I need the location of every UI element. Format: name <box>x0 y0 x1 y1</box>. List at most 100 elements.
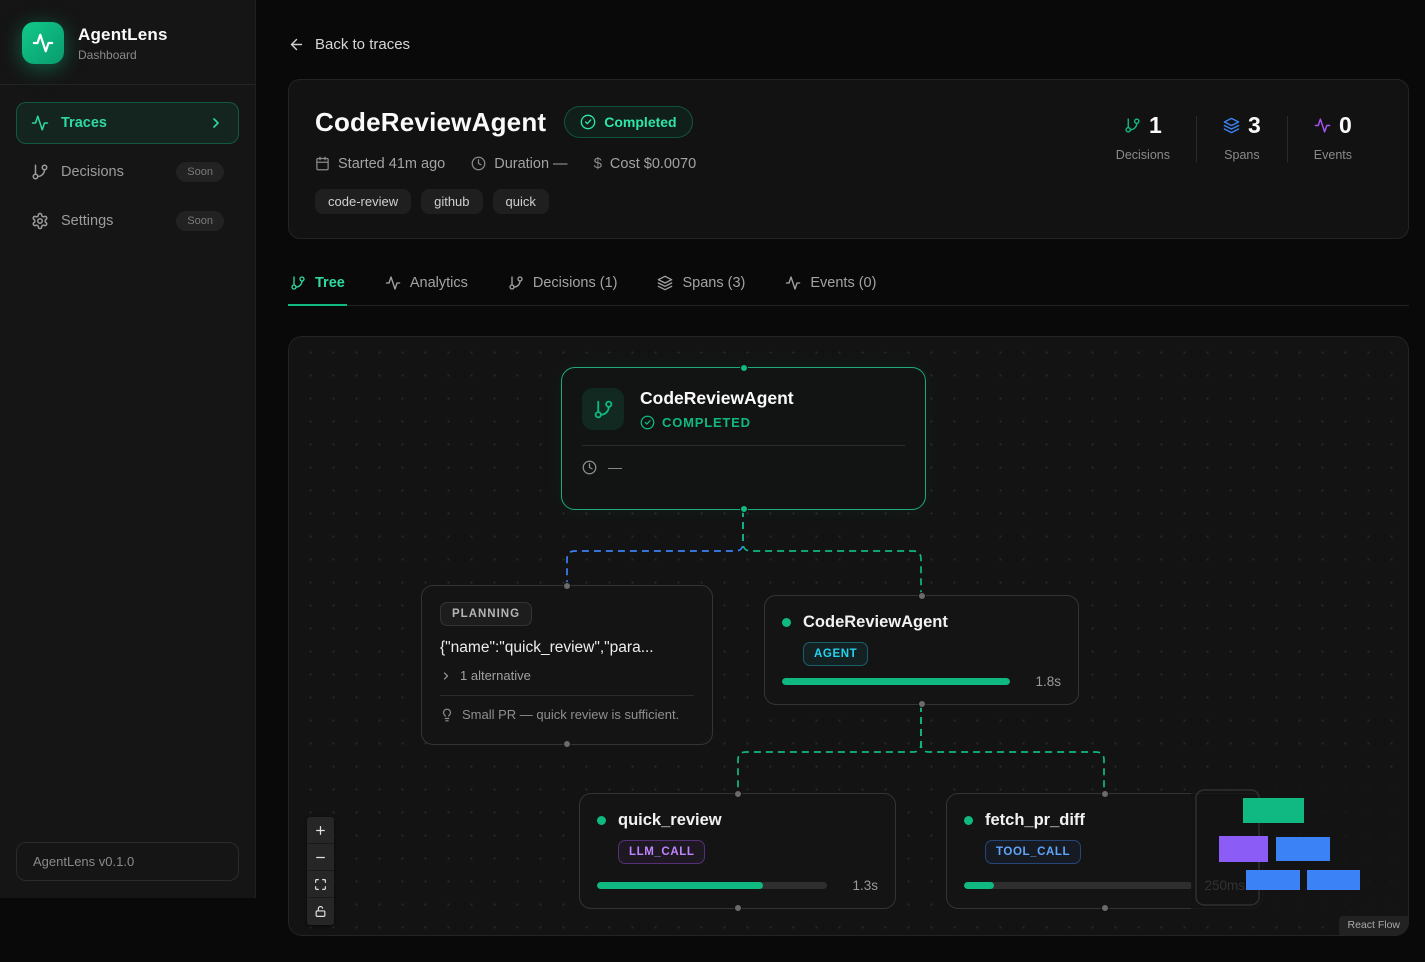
node-title: CodeReviewAgent <box>803 613 948 632</box>
flow-minimap[interactable] <box>1191 770 1393 920</box>
stat-value: 0 <box>1339 112 1352 139</box>
reasoning-label: Small PR — quick review is sufficient. <box>462 707 679 722</box>
activity-icon <box>785 275 801 291</box>
node-handle[interactable] <box>740 364 748 372</box>
tag: github <box>421 189 482 214</box>
cost-meta: $ Cost $0.0070 <box>594 155 697 172</box>
app-subtitle: Dashboard <box>78 48 168 62</box>
tag: code-review <box>315 189 411 214</box>
node-handle[interactable] <box>563 740 571 748</box>
stat-label: Decisions <box>1116 148 1170 162</box>
tab-events[interactable]: Events (0) <box>783 266 878 306</box>
tab-label: Decisions (1) <box>533 275 618 291</box>
zoom-out-button[interactable] <box>307 844 334 871</box>
layers-icon <box>657 275 673 291</box>
lock-toggle-button[interactable] <box>307 898 334 925</box>
sidebar-item-settings[interactable]: Settings Soon <box>16 200 239 242</box>
git-branch-icon <box>582 388 624 430</box>
minimap-node-root <box>1243 798 1304 823</box>
minimap-node-decision <box>1219 836 1268 862</box>
minimap-node-llm <box>1246 870 1300 890</box>
dollar-icon: $ <box>594 155 602 172</box>
node-title: quick_review <box>618 811 722 830</box>
span-type-badge: LLM_CALL <box>618 840 705 864</box>
tab-label: Events (0) <box>810 275 876 291</box>
tab-spans[interactable]: Spans (3) <box>655 266 747 306</box>
zoom-in-button[interactable] <box>307 817 334 844</box>
activity-icon <box>1314 117 1331 134</box>
status-dot <box>597 816 606 825</box>
sidebar-item-label: Decisions <box>61 164 164 180</box>
maximize-icon <box>314 878 327 891</box>
tab-decisions[interactable]: Decisions (1) <box>506 266 620 306</box>
lightbulb-icon <box>440 708 454 722</box>
chevron-right-icon <box>208 115 224 131</box>
flow-node-span-agent[interactable]: CodeReviewAgent AGENT 1.8s <box>764 595 1079 705</box>
unlock-icon <box>314 905 327 918</box>
app-root: AgentLens Dashboard Traces Decisions Soo… <box>0 0 1425 962</box>
agentlens-logo <box>22 22 64 64</box>
minimap-node-tool <box>1307 870 1360 890</box>
node-handle[interactable] <box>1101 790 1109 798</box>
node-handle[interactable] <box>918 592 926 600</box>
node-handle[interactable] <box>734 904 742 912</box>
soon-badge: Soon <box>176 211 224 231</box>
edge-root-agent <box>743 510 921 595</box>
flow-node-decision-planning[interactable]: PLANNING {"name":"quick_review","para...… <box>421 585 713 745</box>
node-handle[interactable] <box>1101 904 1109 912</box>
node-status: COMPLETED <box>640 415 794 430</box>
decision-payload: {"name":"quick_review","para... <box>440 639 694 657</box>
fit-view-button[interactable] <box>307 871 334 898</box>
app-title: AgentLens <box>78 25 168 45</box>
arrow-left-icon <box>288 36 305 53</box>
tag: quick <box>493 189 549 214</box>
node-title: fetch_pr_diff <box>985 811 1085 830</box>
git-branch-icon <box>1124 117 1141 134</box>
back-to-traces-link[interactable]: Back to traces <box>288 36 410 53</box>
flow-node-span-llm[interactable]: quick_review LLM_CALL 1.3s <box>579 793 896 909</box>
node-handle[interactable] <box>740 505 748 513</box>
version-label: AgentLens v0.1.0 <box>33 854 134 869</box>
plus-icon <box>314 824 327 837</box>
check-circle-icon <box>640 415 655 430</box>
node-handle[interactable] <box>563 582 571 590</box>
sidebar-item-decisions[interactable]: Decisions Soon <box>16 151 239 193</box>
duration-meta: Duration — <box>471 156 567 172</box>
stat-decisions: 1 Decisions <box>1090 112 1196 162</box>
page-title: CodeReviewAgent <box>315 107 546 138</box>
started-label: Started 41m ago <box>338 156 445 172</box>
decision-alternatives[interactable]: 1 alternative <box>440 668 694 683</box>
stat-spans: 3 Spans <box>1197 112 1287 162</box>
tab-analytics[interactable]: Analytics <box>383 266 470 306</box>
tag-row: code-review github quick <box>315 189 696 214</box>
node-handle[interactable] <box>918 700 926 708</box>
trace-stats: 1 Decisions 3 Spans 0 <box>1090 106 1382 214</box>
tab-label: Spans (3) <box>682 275 745 291</box>
version-box: AgentLens v0.1.0 <box>16 842 239 881</box>
node-status-label: COMPLETED <box>662 415 751 430</box>
decision-type-badge: PLANNING <box>440 602 532 626</box>
git-branch-icon <box>290 275 306 291</box>
flow-node-root-agent[interactable]: CodeReviewAgent COMPLETED — <box>561 367 926 510</box>
stat-value: 3 <box>1248 112 1261 139</box>
sidebar: AgentLens Dashboard Traces Decisions Soo… <box>0 0 256 898</box>
clock-icon <box>471 156 486 171</box>
chevron-right-icon <box>440 670 452 682</box>
sidebar-header: AgentLens Dashboard <box>0 0 255 85</box>
node-title: CodeReviewAgent <box>640 388 794 409</box>
divider <box>440 695 694 696</box>
tab-label: Analytics <box>410 275 468 291</box>
flow-canvas[interactable]: CodeReviewAgent COMPLETED — P <box>288 336 1409 936</box>
react-flow-attribution[interactable]: React Flow <box>1339 916 1408 935</box>
calendar-icon <box>315 156 330 171</box>
sidebar-item-label: Settings <box>61 213 164 229</box>
trace-header-left: CodeReviewAgent Completed Started 41m ag… <box>315 106 696 214</box>
main-content: Back to traces CodeReviewAgent Completed… <box>256 0 1425 962</box>
sidebar-item-label: Traces <box>61 115 196 131</box>
node-handle[interactable] <box>734 790 742 798</box>
tab-tree[interactable]: Tree <box>288 266 347 306</box>
span-type-badge: AGENT <box>803 642 868 666</box>
sidebar-item-traces[interactable]: Traces <box>16 102 239 144</box>
node-duration: — <box>608 459 622 475</box>
decision-reasoning: Small PR — quick review is sufficient. <box>440 707 694 722</box>
